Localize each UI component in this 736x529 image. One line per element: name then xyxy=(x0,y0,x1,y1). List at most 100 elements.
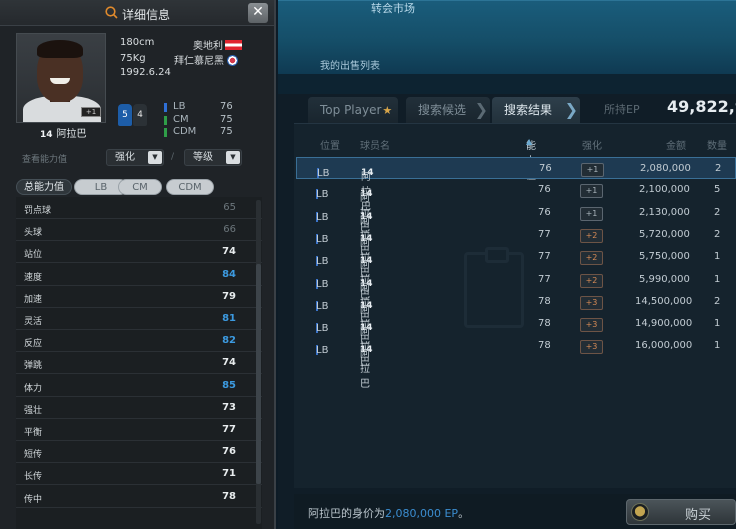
table-row[interactable]: LB 14 阿拉巴 77 +2 5,750,000 1 xyxy=(296,246,736,301)
row-position-label: LB xyxy=(316,345,329,357)
shirt-icon: 4 xyxy=(133,104,147,126)
stat-name: 平衡 xyxy=(24,428,43,438)
row-position-label: LB xyxy=(317,168,330,179)
stat-name: 长传 xyxy=(24,472,43,483)
ep-value: 49,822,91 xyxy=(667,97,736,116)
stat-row: 反应 82 xyxy=(16,330,262,353)
row-overall: 76 xyxy=(539,163,552,174)
enhance-dropdown[interactable]: 强化 ▼ xyxy=(106,149,164,166)
tab-search-candidates[interactable]: 搜索候选 ❯ xyxy=(406,97,490,123)
player-weight: 75Kg xyxy=(120,53,146,64)
stat-filter-row: 查看能力值 强化 ▼ / 等级 ▼ xyxy=(0,148,274,168)
row-overall: 78 xyxy=(538,340,551,352)
stat-value: 85 xyxy=(222,379,236,391)
tab-overall[interactable]: 总能力值 xyxy=(16,179,72,195)
table-row[interactable]: LB 14 阿拉巴 76 +1 2,130,000 2 xyxy=(296,202,736,257)
position-label: LB xyxy=(173,101,186,112)
row-quantity: 2 xyxy=(715,163,722,174)
stat-value: 74 xyxy=(222,246,236,258)
tab-top-player[interactable]: Top Player★ xyxy=(308,97,398,123)
row-overall: 77 xyxy=(538,273,551,285)
row-price: 5,750,000 xyxy=(639,251,690,263)
stat-row: 站位 74 xyxy=(16,241,262,264)
price-summary-suffix: 。 xyxy=(458,507,470,520)
stat-value: 74 xyxy=(222,357,236,369)
col-player-name[interactable]: 球员名 xyxy=(360,137,390,152)
scroll-thumb[interactable] xyxy=(256,264,261,484)
table-row[interactable]: LB 14 阿拉巴 78 +3 14,500,000 2 xyxy=(296,291,736,346)
player-name-text: 阿拉巴 xyxy=(56,129,87,140)
player-birthday: 1992.6.24 xyxy=(120,67,171,78)
row-enhance-badge: +1 xyxy=(581,163,604,177)
row-name: 阿拉巴 xyxy=(360,349,370,391)
tab-label: Top Player xyxy=(320,103,382,117)
results-table: 位置 球员名 能力值 ▲ 强化 金额 数量 LB14阿拉巴76+12,080,0… xyxy=(294,123,736,488)
my-sale-list-link[interactable]: 我的出售列表 xyxy=(320,57,380,72)
panel-header: 详细信息 ✕ xyxy=(0,0,274,26)
col-position[interactable]: 位置 xyxy=(320,137,340,152)
row-enhance-badge: +1 xyxy=(580,184,603,199)
stat-value: 66 xyxy=(223,224,236,236)
table-row[interactable]: LB 14 阿拉巴 76 +1 2,100,000 5 xyxy=(296,179,736,234)
row-overall: 77 xyxy=(538,228,551,240)
stat-row: 加速 79 xyxy=(16,286,262,308)
stat-value: 77 xyxy=(222,424,236,435)
tab-cm[interactable]: CM xyxy=(118,179,162,195)
row-overall: 77 xyxy=(538,251,551,263)
row-enhance-badge: +3 xyxy=(580,318,603,333)
stat-value: 79 xyxy=(222,290,236,302)
row-quantity: 2 xyxy=(714,228,721,240)
col-price[interactable]: 金额 xyxy=(666,137,686,152)
table-header: 位置 球员名 能力值 ▲ 强化 金额 数量 xyxy=(294,137,736,182)
price-summary-amount: 2,080,000 EP xyxy=(385,507,459,520)
stat-row: 长传 71 xyxy=(16,463,262,486)
table-row[interactable]: LB 14 阿拉巴 77 +2 5,990,000 1 xyxy=(296,269,736,324)
tab-cdm[interactable]: CDM xyxy=(166,179,214,195)
price-summary-prefix: 阿拉巴的身价为 xyxy=(308,507,385,520)
ep-label: 所持EP xyxy=(604,103,640,116)
position-value: 75 xyxy=(220,126,233,137)
stat-row: 短传 76 xyxy=(16,441,262,464)
stat-name: 弹跳 xyxy=(24,361,43,372)
stat-row: 强壮 73 xyxy=(16,397,262,419)
bayern-crest-icon xyxy=(227,55,238,66)
panel-title: 详细信息 xyxy=(122,8,171,22)
market-header: 转会市场 我的出售列表 xyxy=(278,0,736,74)
position-label: CM xyxy=(173,113,189,125)
player-club: 拜仁慕尼黑 xyxy=(174,52,238,67)
row-position-label: LB xyxy=(316,211,329,223)
row-quantity: 5 xyxy=(714,184,721,196)
stat-row: 罚点球 65 xyxy=(16,197,262,219)
stat-row: 弹跳 74 xyxy=(16,352,262,375)
player-detail-panel: 详细信息 ✕ +1 14 阿拉巴 180cm 75Kg 1992.6.24 奥地利… xyxy=(0,0,276,529)
filter-separator: / xyxy=(171,152,175,162)
stat-row: 平衡 77 xyxy=(16,419,262,441)
row-overall: 78 xyxy=(538,295,551,307)
level-dropdown[interactable]: 等级 ▼ xyxy=(184,149,242,166)
row-enhance-badge: +3 xyxy=(580,295,603,310)
table-row[interactable]: LB 14 阿拉巴 78 +3 14,900,000 1 xyxy=(296,313,736,368)
table-row[interactable]: LB 14 阿拉巴 76 +1 2,080,000 2 xyxy=(296,157,736,213)
coin-icon: ⬤ xyxy=(631,503,649,521)
position-value: 76 xyxy=(220,101,233,112)
buy-button[interactable]: ⬤ 购买 xyxy=(626,499,736,525)
row-price: 5,720,000 xyxy=(639,228,690,240)
table-row[interactable]: LB 14 阿拉巴 78 +3 16,000,000 1 xyxy=(296,335,736,390)
col-enhance[interactable]: 强化 xyxy=(582,137,602,152)
col-quantity[interactable]: 数量 xyxy=(707,137,727,152)
stat-name: 短传 xyxy=(24,450,43,461)
close-button[interactable]: ✕ xyxy=(248,3,268,23)
row-quantity: 1 xyxy=(714,251,721,263)
star-icon: ★ xyxy=(382,104,393,117)
stat-scrollbar[interactable] xyxy=(256,200,261,524)
player-portrait: +1 xyxy=(16,33,106,123)
club-name: 拜仁慕尼黑 xyxy=(174,56,224,67)
table-row[interactable]: LB 14 阿拉巴 77 +2 5,720,000 2 xyxy=(296,224,736,279)
tab-search-results[interactable]: 搜索结果 ❯ xyxy=(492,97,580,123)
portrait-hair xyxy=(37,40,83,58)
buy-button-label: 购买 xyxy=(685,508,712,523)
chevron-down-icon: ▼ xyxy=(226,151,240,164)
player-nation: 奥地利 xyxy=(193,37,242,52)
position-value: 75 xyxy=(220,113,233,125)
row-quantity: 1 xyxy=(714,340,721,352)
